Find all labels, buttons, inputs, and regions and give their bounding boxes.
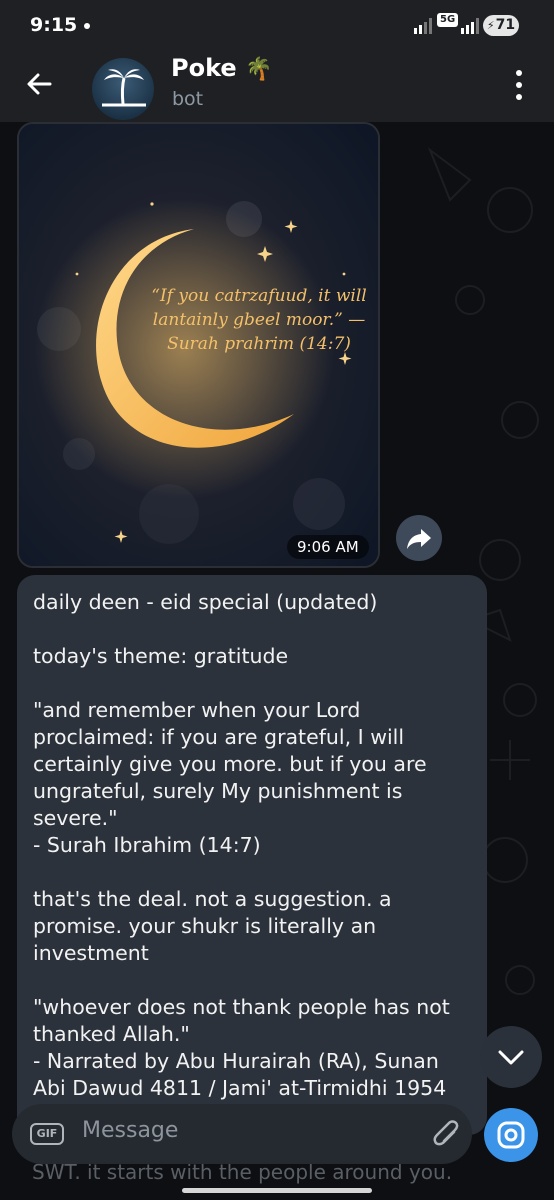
- chat-subtitle: bot: [172, 88, 204, 110]
- forward-button[interactable]: [396, 515, 442, 561]
- message-input-bar[interactable]: GIF Message: [12, 1104, 472, 1164]
- home-indicator: [182, 1188, 372, 1193]
- title-text: Poke: [171, 54, 237, 82]
- message-paragraph: "and remember when your Lord proclaimed:…: [33, 698, 427, 857]
- image-message[interactable]: “If you catrzafuud, it will lantainly gb…: [17, 122, 380, 568]
- message-paragraph: today's theme: gratitude: [33, 644, 289, 668]
- message-input[interactable]: Message: [82, 1118, 178, 1143]
- battery-indicator: ⚡71: [483, 15, 519, 36]
- message-paragraph: daily deen - eid special (updated): [33, 590, 378, 614]
- title-emoji: 🌴: [245, 57, 273, 82]
- charging-icon: ⚡: [486, 19, 495, 32]
- paperclip-icon[interactable]: [430, 1118, 462, 1150]
- text-message[interactable]: daily deen - eid special (updated) today…: [17, 575, 487, 1135]
- notification-dot: [84, 23, 90, 29]
- message-paragraph: that's the deal. not a suggestion. a pro…: [33, 887, 392, 965]
- camera-button[interactable]: [484, 1108, 538, 1162]
- network-type: 5G: [437, 13, 459, 27]
- chat-header: Poke 🌴 bot: [0, 52, 554, 122]
- back-arrow-icon[interactable]: [24, 68, 56, 100]
- palm-island-icon: [102, 69, 146, 107]
- chevron-down-icon: [498, 1050, 524, 1065]
- image-quote: “If you catrzafuud, it will lantainly gb…: [151, 286, 367, 354]
- status-bar: 9:15 5G ⚡71: [0, 0, 554, 52]
- message-paragraph: "whoever does not thank people has not t…: [33, 995, 450, 1100]
- battery-level: 71: [495, 17, 516, 33]
- chat-title[interactable]: Poke 🌴: [171, 54, 272, 82]
- more-vert-icon[interactable]: [506, 68, 532, 102]
- message-time: 9:06 AM: [287, 535, 369, 559]
- forward-icon: [407, 529, 431, 549]
- status-time: 9:15: [30, 14, 78, 36]
- camera-icon: [497, 1121, 525, 1149]
- gif-icon[interactable]: GIF: [30, 1123, 64, 1145]
- signal-icon-2: [461, 18, 479, 34]
- avatar[interactable]: [92, 58, 154, 120]
- signal-icon: [414, 18, 432, 34]
- scroll-down-button[interactable]: [480, 1026, 542, 1088]
